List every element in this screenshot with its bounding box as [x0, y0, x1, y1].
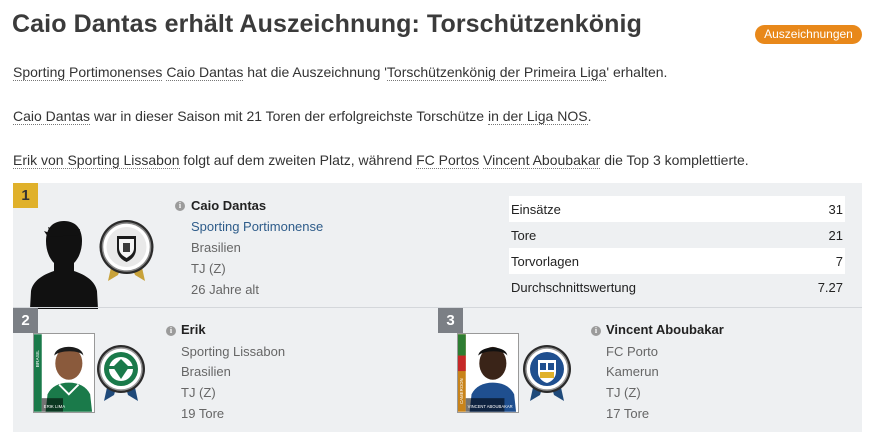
club-link[interactable]: Sporting Portimonenses [13, 64, 163, 81]
player-name[interactable]: Vincent Aboubakar [606, 322, 724, 337]
stat-value: 31 [828, 201, 843, 217]
info-icon[interactable]: i [166, 326, 176, 336]
player-link[interactable]: Caio Dantas [13, 108, 91, 125]
player-position: TJ (Z) [191, 261, 226, 276]
paragraph-text: . [587, 108, 592, 124]
info-icon[interactable]: i [591, 326, 601, 336]
news-paragraph-2: Caio Dantas war in dieser Saison mit 21 … [13, 108, 592, 125]
awards-button[interactable]: Auszeichnungen [755, 25, 862, 44]
stat-label: Torvorlagen [511, 253, 579, 269]
league-link[interactable]: in der Liga NOS [487, 108, 588, 125]
stat-row: Tore 21 [509, 222, 845, 248]
award-ranking-panel: 1 i Caio Dantas Sporting Portimonense Br… [13, 183, 862, 432]
photo-side-label: BRASIL [35, 350, 41, 367]
paragraph-text: war in dieser Saison mit 21 Toren der er… [90, 108, 488, 124]
rank-badge-third: 3 [438, 308, 463, 333]
news-paragraph-1: Sporting Portimonenses Caio Dantas hat d… [13, 64, 668, 81]
player-nation: Brasilien [191, 240, 241, 255]
stat-row: Torvorlagen 7 [509, 248, 845, 274]
player-goals: 19 Tore [181, 406, 225, 421]
player-link[interactable]: Vincent Aboubakar [483, 152, 601, 169]
player-photo-aboubakar: CAMEROON VINCENT ABOUBAKAR [457, 333, 519, 413]
photo-side-label: CAMEROON [459, 378, 464, 404]
player-link[interactable]: Erik von Sporting Lissabon [13, 152, 180, 169]
stat-value: 7 [835, 253, 843, 269]
paragraph-text: ' erhalten. [606, 64, 668, 80]
photo-caption: ERIK LIMA [44, 404, 66, 409]
player-stats-table: Einsätze 31 Tore 21 Torvorlagen 7 Durchschn… [509, 196, 845, 300]
photo-caption: VINCENT ABOUBAKAR [468, 404, 513, 409]
info-icon[interactable]: i [175, 201, 185, 211]
club-link[interactable]: FC Portos [416, 152, 480, 169]
stat-row: Durchschnittswertung 7.27 [509, 274, 845, 300]
stat-label: Tore [511, 227, 537, 243]
stat-value: 21 [828, 227, 843, 243]
stat-label: Einsätze [511, 201, 561, 217]
player-position: TJ (Z) [181, 385, 216, 400]
award-link[interactable]: Torschützenkönig der Primeira Liga [386, 64, 607, 81]
player-photo-erik: BRASIL ERIK LIMA [33, 333, 95, 413]
club-crest-portimonense-icon [99, 220, 154, 281]
player-name[interactable]: Erik [181, 322, 206, 337]
player-position: TJ (Z) [606, 385, 641, 400]
paragraph-text: folgt auf dem zweiten Platz, während [179, 152, 417, 168]
stat-row: Einsätze 31 [509, 196, 845, 222]
player-nation: Brasilien [181, 364, 231, 379]
player-goals: 17 Tore [606, 406, 650, 421]
stat-label: Durchschnittswertung [511, 279, 636, 295]
news-paragraph-3: Erik von Sporting Lissabon folgt auf dem… [13, 152, 749, 169]
player-name[interactable]: Caio Dantas [191, 198, 266, 213]
page-title: Caio Dantas erhält Auszeichnung: Torschü… [12, 10, 642, 38]
player-club[interactable]: Sporting Portimonense [191, 219, 323, 234]
stat-value: 7.27 [817, 279, 843, 295]
player-club[interactable]: Sporting Lissabon [181, 344, 285, 359]
paragraph-text: die Top 3 komplettierte. [600, 152, 749, 168]
player-club[interactable]: FC Porto [606, 344, 658, 359]
player-link[interactable]: Caio Dantas [166, 64, 244, 81]
rank-badge-first: 1 [13, 183, 38, 208]
paragraph-text: hat die Auszeichnung ' [243, 64, 387, 80]
player-silhouette-icon [30, 221, 98, 309]
club-crest-sporting-icon [97, 345, 145, 401]
rank-badge-second: 2 [13, 308, 38, 333]
player-nation: Kamerun [606, 364, 659, 379]
club-crest-porto-icon [523, 345, 571, 401]
player-age: 26 Jahre alt [191, 282, 259, 297]
